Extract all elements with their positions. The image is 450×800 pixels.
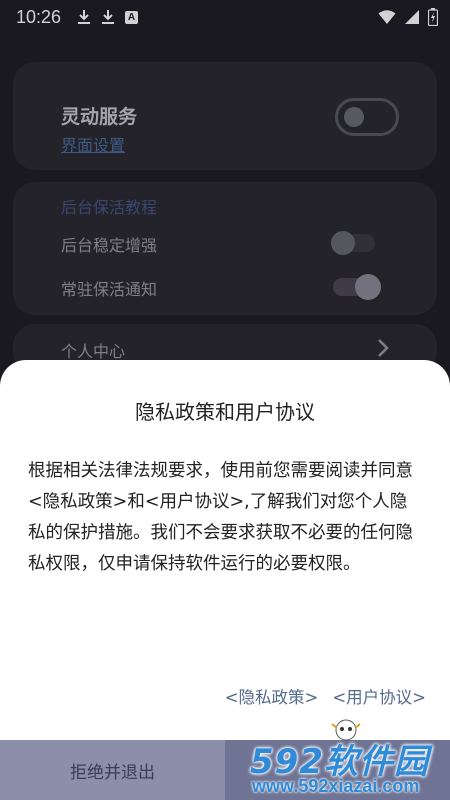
- dialog-title: 隐私政策和用户协议: [135, 400, 315, 424]
- dialog-body: 根据相关法律法规要求，使用前您需要阅读并同意<隐私政策>和<用户协议>,了解我们…: [28, 461, 413, 574]
- dialog-links: <隐私政策> <用户协议>: [225, 684, 426, 708]
- reject-exit-button[interactable]: 拒绝并退出: [0, 740, 225, 800]
- watermark: 592软件园 www.592xiazai.com: [246, 716, 450, 800]
- privacy-policy-link[interactable]: <隐私政策>: [225, 684, 319, 708]
- watermark-url: www.592xiazai.com: [252, 776, 420, 796]
- user-agreement-link[interactable]: <用户协议>: [332, 684, 426, 708]
